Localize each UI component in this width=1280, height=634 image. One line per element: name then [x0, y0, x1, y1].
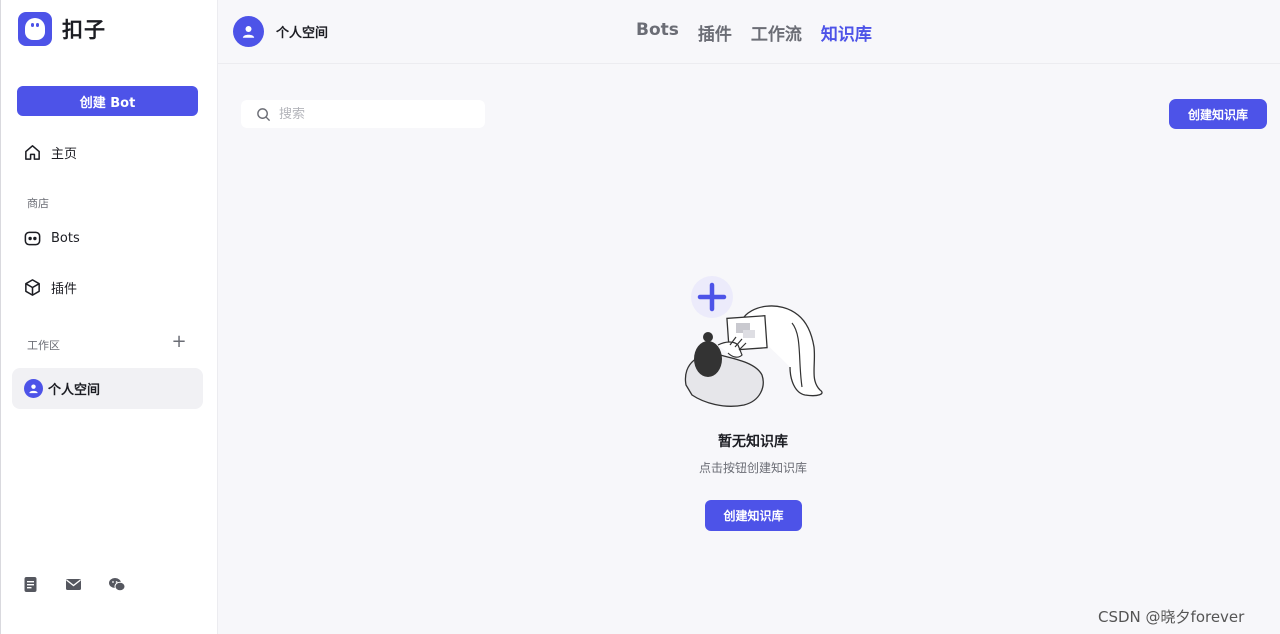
tab-workflows[interactable]: 工作流 — [751, 20, 802, 45]
sidebar-item-label: Bots — [51, 231, 80, 246]
sidebar-footer — [22, 576, 126, 593]
empty-state-subtitle: 点击按钮创建知识库 — [698, 461, 807, 475]
add-workspace-icon[interactable]: + — [171, 333, 187, 351]
sidebar-item-label: 个人空间 — [48, 383, 101, 398]
empty-state-illustration — [684, 276, 823, 407]
sidebar-item-label: 插件 — [51, 282, 78, 297]
coze-logo-icon — [18, 12, 52, 46]
top-header: 个人空间 Bots 插件 工作流 知识库 — [218, 0, 1280, 64]
sidebar-item-label: 主页 — [51, 147, 78, 162]
wechat-icon[interactable] — [108, 576, 126, 593]
tab-plugins[interactable]: 插件 — [698, 20, 732, 45]
create-bot-button[interactable]: 创建 Bot — [17, 86, 198, 116]
document-icon[interactable] — [22, 576, 39, 593]
sidebar-item-plugins[interactable]: 插件 — [23, 278, 77, 297]
sidebar-item-personal-space[interactable]: 个人空间 — [12, 368, 203, 409]
user-avatar-icon — [24, 379, 43, 398]
brand-name: 扣子 — [62, 18, 106, 42]
store-section-label: 商店 — [27, 197, 49, 210]
tab-bots[interactable]: Bots — [636, 20, 679, 45]
user-avatar-icon — [233, 16, 264, 47]
search-icon — [257, 107, 271, 121]
main-tabs: Bots 插件 工作流 知识库 — [636, 20, 872, 45]
sidebar-item-bots[interactable]: Bots — [23, 229, 80, 248]
space-title-label: 个人空间 — [276, 26, 329, 41]
home-icon — [25, 145, 40, 160]
tab-knowledge[interactable]: 知识库 — [821, 20, 872, 45]
cube-icon — [25, 279, 40, 296]
sidebar: 扣子 创建 Bot 主页 商店 Bots 插件 工作区 + 个人空间 — [0, 0, 218, 634]
create-knowledge-empty-button[interactable]: 创建知识库 — [705, 500, 802, 531]
empty-state-title: 暂无知识库 — [718, 434, 788, 450]
brand[interactable]: 扣子 — [18, 12, 106, 46]
create-knowledge-button[interactable]: 创建知识库 — [1169, 99, 1267, 129]
workspace-section-label: 工作区 — [27, 339, 60, 352]
mail-icon[interactable] — [65, 576, 82, 593]
sidebar-item-home[interactable]: 主页 — [23, 143, 77, 162]
watermark: CSDN @晓夕forever — [1098, 608, 1245, 626]
bot-face-icon — [24, 231, 41, 246]
search-input[interactable] — [279, 106, 469, 122]
search-box[interactable] — [241, 100, 485, 128]
space-title[interactable]: 个人空间 — [233, 16, 328, 47]
